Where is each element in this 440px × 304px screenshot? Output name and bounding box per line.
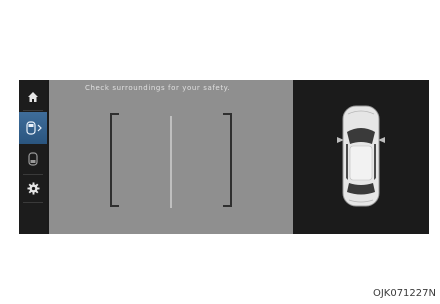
top-view-panel bbox=[293, 80, 429, 234]
home-icon bbox=[28, 92, 38, 102]
figure-code: OJK071227N bbox=[372, 288, 436, 299]
sidebar-divider bbox=[23, 110, 43, 111]
display-screen: Check surroundings for your safety. bbox=[19, 80, 429, 234]
parking-guide-lines bbox=[110, 113, 232, 208]
right-guide-bracket bbox=[223, 113, 232, 207]
sidebar bbox=[19, 80, 47, 234]
home-button[interactable] bbox=[19, 86, 47, 108]
page: Check surroundings for your safety. OJK0… bbox=[0, 0, 440, 304]
sidebar-divider bbox=[23, 174, 43, 175]
car-top-view-icon bbox=[337, 105, 385, 207]
rear-camera-view-icon bbox=[26, 121, 42, 135]
settings-gear-icon bbox=[26, 181, 40, 195]
left-guide-bracket bbox=[110, 113, 119, 207]
rear-camera-view: Check surroundings for your safety. bbox=[49, 80, 293, 234]
settings-button[interactable] bbox=[19, 176, 47, 200]
front-view-button[interactable] bbox=[19, 146, 47, 172]
front-camera-view-icon bbox=[28, 152, 38, 166]
rear-view-button[interactable] bbox=[19, 112, 47, 144]
sidebar-divider bbox=[23, 202, 43, 203]
